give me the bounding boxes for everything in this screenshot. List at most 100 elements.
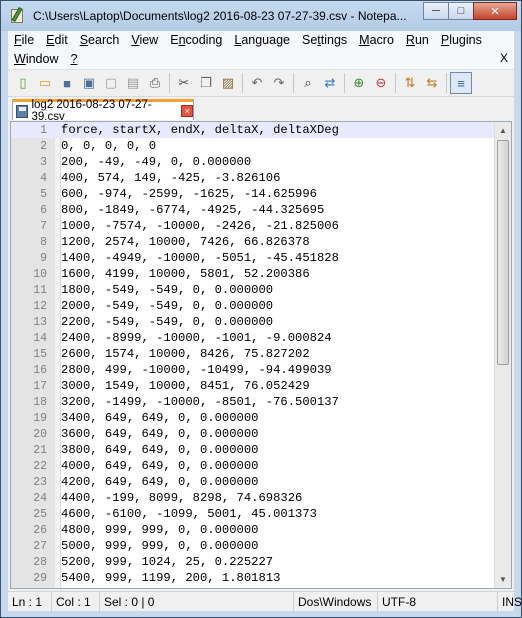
sync-vertical-icon[interactable]: ⇅ — [399, 72, 421, 94]
editor-line[interactable]: 19 3400, 649, 649, 0, 0.000000 — [11, 410, 495, 426]
line-text[interactable]: 600, -974, -2599, -1625, -14.625996 — [61, 187, 317, 201]
line-text[interactable]: 1400, -4949, -10000, -5051, -45.451828 — [61, 251, 339, 265]
line-text[interactable]: 3400, 649, 649, 0, 0.000000 — [61, 411, 258, 425]
print-icon[interactable]: ⎙ — [144, 72, 166, 94]
line-text[interactable]: 4600, -6100, -1099, 5001, 45.001373 — [61, 507, 317, 521]
editor-line[interactable]: 6 800, -1849, -6774, -4925, -44.325695 — [11, 202, 495, 218]
maximize-button[interactable]: □ — [448, 2, 474, 20]
line-text[interactable]: 4200, 649, 649, 0, 0.000000 — [61, 475, 258, 489]
line-text[interactable]: 4400, -199, 8099, 8298, 74.698326 — [61, 491, 302, 505]
sync-horizontal-icon[interactable]: ⇆ — [421, 72, 443, 94]
editor-line[interactable]: 20 3600, 649, 649, 0, 0.000000 — [11, 426, 495, 442]
line-text[interactable]: 200, -49, -49, 0, 0.000000 — [61, 155, 251, 169]
new-file-icon[interactable]: ▯ — [12, 72, 34, 94]
title-bar[interactable]: C:\Users\Laptop\Documents\log2 2016-08-2… — [1, 1, 521, 31]
editor-line[interactable]: 25 4600, -6100, -1099, 5001, 45.001373 — [11, 506, 495, 522]
editor-line[interactable]: 24 4400, -199, 8099, 8298, 74.698326 — [11, 490, 495, 506]
line-text[interactable]: 2400, -8999, -10000, -1001, -9.000824 — [61, 331, 332, 345]
menu-language[interactable]: Language — [228, 31, 296, 50]
editor-line[interactable]: 21 3800, 649, 649, 0, 0.000000 — [11, 442, 495, 458]
document-tab[interactable]: log2 2016-08-23 07-27-39.csv × — [12, 99, 194, 123]
menu-macro[interactable]: Macro — [353, 31, 400, 50]
menu-encoding[interactable]: Encoding — [164, 31, 228, 50]
editor-line[interactable]: 13 2200, -549, -549, 0, 0.000000 — [11, 314, 495, 330]
menu-view[interactable]: View — [125, 31, 164, 50]
text-editor[interactable]: 1 force, startX, endX, deltaX, deltaXDeg 2… — [10, 121, 512, 589]
editor-line[interactable]: 12 2000, -549, -549, 0, 0.000000 — [11, 298, 495, 314]
line-text[interactable]: 2200, -549, -549, 0, 0.000000 — [61, 315, 273, 329]
line-text[interactable]: 3200, -1499, -10000, -8501, -76.500137 — [61, 395, 339, 409]
editor-line[interactable]: 8 1200, 2574, 10000, 7426, 66.826378 — [11, 234, 495, 250]
line-text[interactable]: 4800, 999, 999, 0, 0.000000 — [61, 523, 258, 537]
menu-help[interactable]: ? — [64, 50, 83, 69]
vertical-scrollbar[interactable]: ▲ ▼ — [494, 122, 511, 588]
line-text[interactable]: 3000, 1549, 10000, 8451, 76.052429 — [61, 379, 310, 393]
scroll-up-arrow-icon[interactable]: ▲ — [495, 122, 511, 139]
line-text[interactable]: 2600, 1574, 10000, 8426, 75.827202 — [61, 347, 310, 361]
line-text[interactable]: 5400, 999, 1199, 200, 1.801813 — [61, 571, 280, 585]
line-text[interactable]: 0, 0, 0, 0, 0 — [61, 139, 156, 153]
editor-line[interactable]: 7 1000, -7574, -10000, -2426, -21.825006 — [11, 218, 495, 234]
line-text[interactable]: 3600, 649, 649, 0, 0.000000 — [61, 427, 258, 441]
menu-window[interactable]: Window — [8, 50, 64, 69]
line-text[interactable]: 5000, 999, 999, 0, 0.000000 — [61, 539, 258, 553]
editor-line[interactable]: 18 3200, -1499, -10000, -8501, -76.500137 — [11, 394, 495, 410]
line-text[interactable]: 4000, 649, 649, 0, 0.000000 — [61, 459, 258, 473]
editor-line[interactable]: 5 600, -974, -2599, -1625, -14.625996 — [11, 186, 495, 202]
menu-search[interactable]: Search — [74, 31, 126, 50]
close-icon[interactable]: ▢ — [100, 72, 122, 94]
copy-icon[interactable]: ❐ — [195, 72, 217, 94]
line-text[interactable]: 1800, -549, -549, 0, 0.000000 — [61, 283, 273, 297]
open-file-icon[interactable]: ▭ — [34, 72, 56, 94]
editor-line[interactable]: 17 3000, 1549, 10000, 8451, 76.052429 — [11, 378, 495, 394]
menu-plugins[interactable]: Plugins — [435, 31, 488, 50]
line-text[interactable]: 5200, 999, 1024, 25, 0.225227 — [61, 555, 273, 569]
editor-line[interactable]: 11 1800, -549, -549, 0, 0.000000 — [11, 282, 495, 298]
undo-icon[interactable]: ↶ — [246, 72, 268, 94]
editor-line[interactable]: 1 force, startX, endX, deltaX, deltaXDeg — [11, 122, 495, 138]
zoom-in-icon[interactable]: ⊕ — [348, 72, 370, 94]
close-document-button[interactable]: X — [500, 51, 508, 65]
line-text[interactable]: 800, -1849, -6774, -4925, -44.325695 — [61, 203, 324, 217]
minimize-button[interactable]: ─ — [423, 2, 449, 20]
editor-line[interactable]: 4 400, 574, 149, -425, -3.826106 — [11, 170, 495, 186]
line-text[interactable]: 3800, 649, 649, 0, 0.000000 — [61, 443, 258, 457]
editor-line[interactable]: 28 5200, 999, 1024, 25, 0.225227 — [11, 554, 495, 570]
save-icon[interactable]: ■ — [56, 72, 78, 94]
editor-line[interactable]: 2 0, 0, 0, 0, 0 — [11, 138, 495, 154]
editor-line[interactable]: 10 1600, 4199, 10000, 5801, 52.200386 — [11, 266, 495, 282]
menu-file[interactable]: File — [8, 31, 40, 50]
zoom-out-icon[interactable]: ⊖ — [370, 72, 392, 94]
save-all-icon[interactable]: ▣ — [78, 72, 100, 94]
word-wrap-icon[interactable]: ≡ — [450, 72, 472, 94]
editor-line[interactable]: 23 4200, 649, 649, 0, 0.000000 — [11, 474, 495, 490]
line-text[interactable]: 1000, -7574, -10000, -2426, -21.825006 — [61, 219, 339, 233]
editor-line[interactable]: 14 2400, -8999, -10000, -1001, -9.000824 — [11, 330, 495, 346]
cut-icon[interactable]: ✂ — [173, 72, 195, 94]
editor-line[interactable]: 9 1400, -4949, -10000, -5051, -45.451828 — [11, 250, 495, 266]
tab-close-icon[interactable]: × — [181, 105, 193, 117]
find-icon[interactable]: ⌕ — [297, 72, 319, 94]
menu-edit[interactable]: Edit — [40, 31, 74, 50]
menu-settings[interactable]: Settings — [296, 31, 353, 50]
close-all-icon[interactable]: ▤ — [122, 72, 144, 94]
line-text[interactable]: 400, 574, 149, -425, -3.826106 — [61, 171, 280, 185]
redo-icon[interactable]: ↷ — [268, 72, 290, 94]
paste-icon[interactable]: ▨ — [217, 72, 239, 94]
line-text[interactable]: force, startX, endX, deltaX, deltaXDeg — [61, 123, 339, 137]
editor-line[interactable]: 3 200, -49, -49, 0, 0.000000 — [11, 154, 495, 170]
editor-line[interactable]: 16 2800, 499, -10000, -10499, -94.499039 — [11, 362, 495, 378]
editor-line[interactable]: 15 2600, 1574, 10000, 8426, 75.827202 — [11, 346, 495, 362]
editor-line[interactable]: 27 5000, 999, 999, 0, 0.000000 — [11, 538, 495, 554]
scroll-down-arrow-icon[interactable]: ▼ — [495, 571, 511, 588]
menu-run[interactable]: Run — [400, 31, 435, 50]
line-text[interactable]: 1600, 4199, 10000, 5801, 52.200386 — [61, 267, 310, 281]
line-text[interactable]: 1200, 2574, 10000, 7426, 66.826378 — [61, 235, 310, 249]
editor-line[interactable]: 29 5400, 999, 1199, 200, 1.801813 — [11, 570, 495, 586]
editor-line[interactable]: 26 4800, 999, 999, 0, 0.000000 — [11, 522, 495, 538]
editor-line[interactable]: 22 4000, 649, 649, 0, 0.000000 — [11, 458, 495, 474]
line-text[interactable]: 2000, -549, -549, 0, 0.000000 — [61, 299, 273, 313]
scrollbar-thumb[interactable] — [497, 140, 509, 365]
replace-icon[interactable]: ⇄ — [319, 72, 341, 94]
line-text[interactable]: 2800, 499, -10000, -10499, -94.499039 — [61, 363, 332, 377]
